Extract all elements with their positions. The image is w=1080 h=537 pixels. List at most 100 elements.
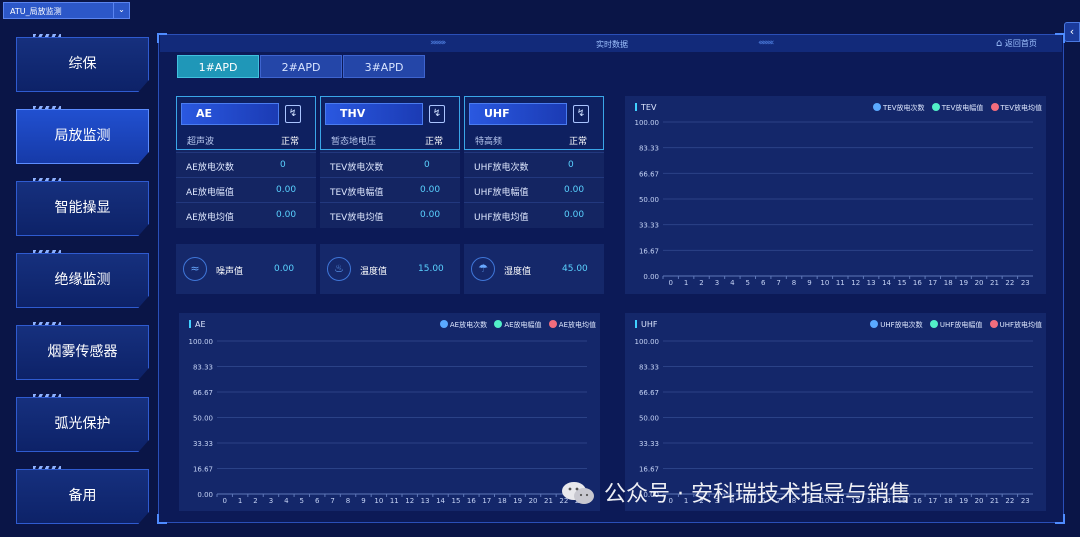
x-tick-label: 20 <box>975 497 984 505</box>
discharge-icon: ↯ <box>573 105 589 123</box>
env-card-humidity: ☂ 湿度值 45.00 <box>464 244 604 294</box>
window-select-value: ATU_局放监测 <box>10 7 62 16</box>
x-tick-label: 14 <box>436 497 445 505</box>
discharge-icon: ↯ <box>429 105 445 123</box>
panel-title: 实时数据 <box>596 40 628 49</box>
droplet-icon: ☂ <box>471 257 495 281</box>
x-tick-label: 23 <box>1021 497 1030 505</box>
env-label: 温度值 <box>360 267 388 277</box>
sidebar-item-label: 弧光保护 <box>54 416 111 432</box>
noise-icon: ≈ <box>183 257 207 281</box>
y-tick-label: 16.67 <box>639 465 659 473</box>
x-tick-label: 16 <box>913 497 922 505</box>
env-label: 湿度值 <box>504 267 532 277</box>
y-tick-label: 66.67 <box>639 389 659 397</box>
y-tick-label: 50.00 <box>193 415 213 423</box>
sensor-header: AE ↯ 超声波 正常 <box>176 96 316 150</box>
x-tick-label: 17 <box>928 279 937 287</box>
x-tick-label: 18 <box>944 279 953 287</box>
sensor-status: 正常 <box>280 137 299 147</box>
x-tick-label: 14 <box>882 279 891 287</box>
discharge-icon: ↯ <box>285 105 301 123</box>
sidebar-item-smart-display[interactable]: 智能操显 <box>16 181 149 236</box>
x-tick-label: 22 <box>1005 497 1014 505</box>
watermark: 公众号 · 安科瑞技术指导与销售 <box>560 476 911 512</box>
row-label: AE放电均值 <box>186 213 234 223</box>
sidebar-item-arc[interactable]: 弧光保护 <box>16 397 149 452</box>
sensor-type: 超声波 <box>187 137 215 147</box>
chevron-right-icon: ››››››››› <box>430 38 446 48</box>
y-tick-label: 50.00 <box>639 196 659 204</box>
sensor-row: AE放电均值 0.00 <box>176 202 316 227</box>
x-tick-label: 8 <box>792 279 796 287</box>
x-tick-label: 23 <box>1021 279 1030 287</box>
x-tick-label: 1 <box>684 279 688 287</box>
row-label: UHF放电次数 <box>474 163 529 173</box>
back-home-link[interactable]: ⌂ 返回首页 <box>996 38 1037 49</box>
x-tick-label: 5 <box>300 497 304 505</box>
row-label: UHF放电均值 <box>474 213 529 223</box>
x-tick-label: 2 <box>253 497 257 505</box>
x-tick-label: 17 <box>928 497 937 505</box>
thermometer-icon: ♨ <box>327 257 351 281</box>
sensor-row: AE放电幅值 0.00 <box>176 177 316 202</box>
sensor-row: UHF放电次数 0 <box>464 152 604 177</box>
sidebar-item-spare[interactable]: 备用 <box>16 469 149 524</box>
frame-corner <box>1055 514 1065 524</box>
sensor-name: AE <box>181 103 279 125</box>
x-tick-label: 0 <box>222 497 226 505</box>
sidebar-item-label: 智能操显 <box>54 200 111 216</box>
sidebar-item-zongbao[interactable]: 综保 <box>16 37 149 92</box>
x-tick-label: 6 <box>761 279 766 287</box>
x-tick-label: 11 <box>390 497 399 505</box>
x-tick-label: 12 <box>405 497 414 505</box>
y-tick-label: 100.00 <box>189 338 214 346</box>
row-value: 0.00 <box>420 210 441 220</box>
sidebar-item-smoke[interactable]: 烟雾传感器 <box>16 325 149 380</box>
x-tick-label: 13 <box>421 497 430 505</box>
tab-apd-3[interactable]: 3#APD <box>343 55 425 78</box>
x-tick-label: 9 <box>807 279 811 287</box>
x-tick-label: 20 <box>975 279 984 287</box>
collapse-left-icon[interactable]: ‹ <box>1064 22 1080 42</box>
chevron-down-icon[interactable]: ⌄ <box>113 3 129 18</box>
tab-apd-2[interactable]: 2#APD <box>260 55 342 78</box>
sensor-card-uhf: UHF ↯ 特高频 正常 UHF放电次数 0 UHF放电幅值 0.00 UHF放电均… <box>464 96 604 228</box>
env-value: 0.00 <box>274 264 295 274</box>
x-tick-label: 18 <box>498 497 507 505</box>
y-tick-label: 16.67 <box>193 465 213 473</box>
y-tick-label: 83.33 <box>639 364 659 372</box>
sidebar-item-pd-monitor[interactable]: 局放监测 <box>16 109 149 164</box>
x-tick-label: 6 <box>315 497 320 505</box>
x-tick-label: 18 <box>944 497 953 505</box>
chart-panel-ae: AE AE放电次数 AE放电幅值 AE放电均值 100.00 83.33 66.67… <box>179 313 600 511</box>
row-value: 0 <box>424 160 430 170</box>
watermark-text: 公众号 · 安科瑞技术指导与销售 <box>604 482 911 507</box>
x-tick-label: 3 <box>269 497 273 505</box>
x-tick-label: 15 <box>451 497 460 505</box>
sensor-card-ae: AE ↯ 超声波 正常 AE放电次数 0 AE放电幅值 0.00 AE放电均值 0.0… <box>176 96 316 228</box>
wechat-icon <box>562 482 594 504</box>
x-tick-label: 19 <box>959 279 968 287</box>
sensor-name: THV <box>325 103 423 125</box>
y-tick-label: 0.00 <box>643 273 659 281</box>
window-select[interactable]: ATU_局放监测 ⌄ <box>3 2 130 19</box>
row-label: AE放电幅值 <box>186 188 234 198</box>
sensor-header: THV ↯ 暂态地电压 正常 <box>320 96 460 150</box>
x-tick-label: 7 <box>330 497 334 505</box>
sensor-row: UHF放电均值 0.00 <box>464 202 604 227</box>
x-tick-label: 7 <box>776 279 780 287</box>
x-tick-label: 19 <box>513 497 522 505</box>
sensor-type: 特高频 <box>475 137 503 147</box>
y-tick-label: 100.00 <box>635 119 660 127</box>
x-tick-label: 11 <box>836 279 845 287</box>
row-value: 0.00 <box>564 210 585 220</box>
x-tick-label: 13 <box>867 279 876 287</box>
chart-panel-tev: TEV TEV放电次数 TEV放电幅值 TEV放电均值 100.00 83.33 6… <box>625 96 1046 294</box>
sidebar-item-insulation[interactable]: 绝缘监测 <box>16 253 149 308</box>
y-tick-label: 16.67 <box>639 247 659 255</box>
tab-apd-1[interactable]: 1#APD <box>177 55 259 78</box>
sensor-row: TEV放电均值 0.00 <box>320 202 460 227</box>
y-tick-label: 66.67 <box>193 389 213 397</box>
row-label: TEV放电幅值 <box>330 188 384 198</box>
